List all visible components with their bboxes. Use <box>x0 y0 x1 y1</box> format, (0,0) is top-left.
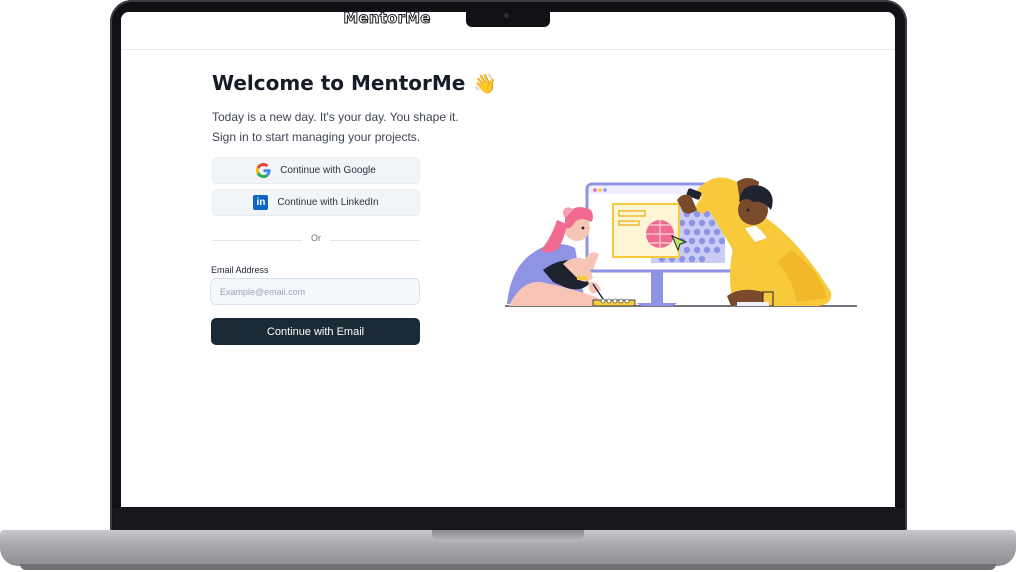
page-subtitle: Today is a new day. It's your day. You s… <box>212 107 472 147</box>
linkedin-signin-button[interactable]: in Continue with LinkedIn <box>212 189 420 216</box>
divider-text: Or <box>311 233 321 243</box>
laptop-base-edge <box>20 564 996 570</box>
email-field[interactable] <box>210 278 420 305</box>
google-logo-icon <box>256 163 271 178</box>
browser-screen: Welcome to MentorMe 👋 Today is a new day.… <box>121 12 895 507</box>
subtitle-line-1: Today is a new day. It's your day. You s… <box>212 110 459 124</box>
linkedin-logo-text: in <box>253 195 269 210</box>
page-title-text: Welcome to MentorMe <box>212 71 466 95</box>
laptop-opening-notch <box>432 530 584 542</box>
google-signin-label: Continue with Google <box>280 165 376 176</box>
google-signin-button[interactable]: Continue with Google <box>212 157 420 184</box>
linkedin-logo-icon: in <box>253 195 269 210</box>
subtitle-line-2: Sign in to start managing your projects. <box>212 130 421 144</box>
divider-line-right <box>330 240 420 241</box>
waving-hand-icon: 👋 <box>473 73 498 95</box>
page-title: Welcome to MentorMe 👋 <box>212 71 497 95</box>
collaboration-illustration <box>505 177 857 307</box>
continue-with-email-button[interactable]: Continue with Email <box>211 318 420 345</box>
linkedin-signin-label: Continue with LinkedIn <box>277 197 379 208</box>
or-divider: Or <box>212 233 420 247</box>
email-label: Email Address <box>211 265 269 275</box>
brand-logo[interactable]: MentorMe <box>0 9 774 28</box>
laptop-bottom-bezel <box>113 508 904 532</box>
